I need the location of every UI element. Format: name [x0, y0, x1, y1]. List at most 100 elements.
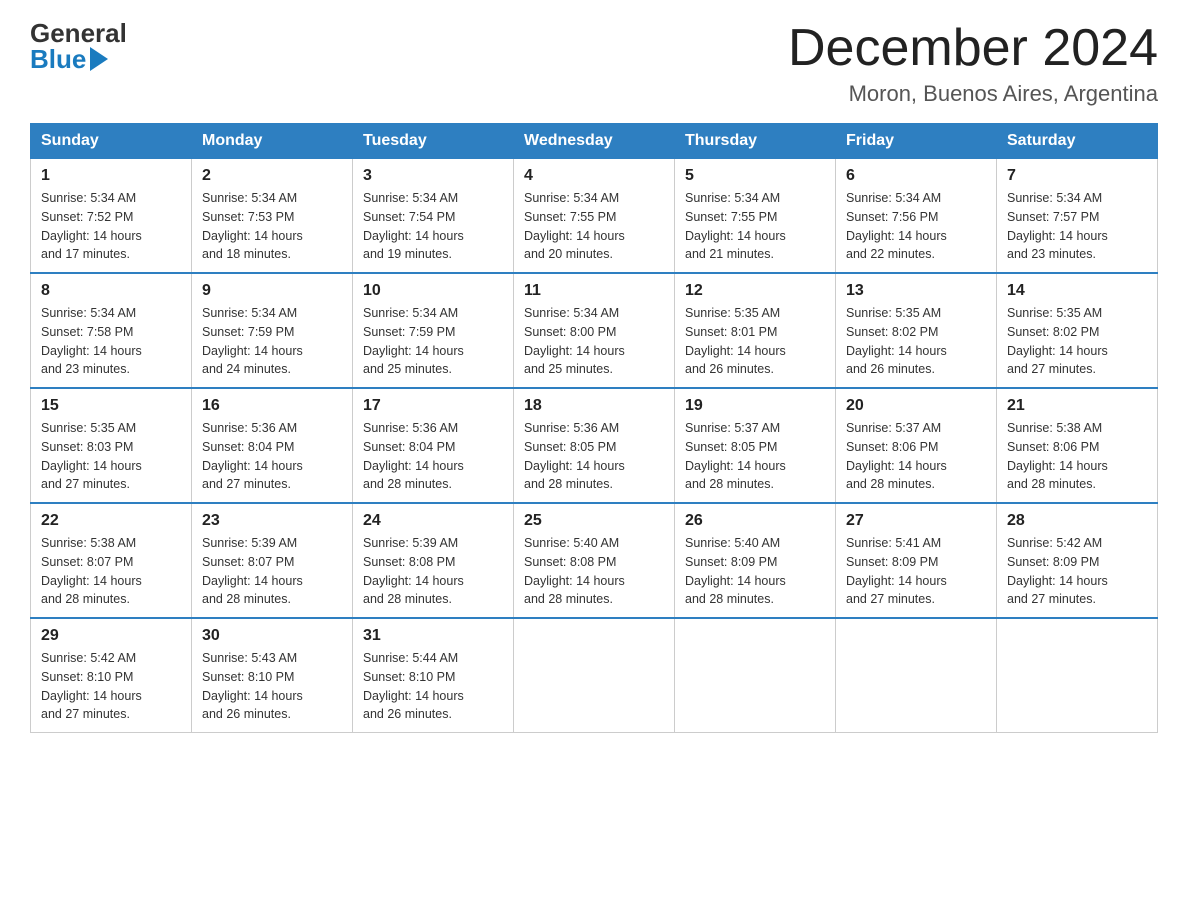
calendar-cell-w2-d1: 8 Sunrise: 5:34 AM Sunset: 7:58 PM Dayli…: [31, 273, 192, 388]
location-subtitle: Moron, Buenos Aires, Argentina: [788, 81, 1158, 107]
calendar-cell-w3-d1: 15 Sunrise: 5:35 AM Sunset: 8:03 PM Dayl…: [31, 388, 192, 503]
logo-arrow-icon: [90, 47, 108, 71]
col-header-tuesday: Tuesday: [353, 124, 514, 159]
day-info: Sunrise: 5:35 AM Sunset: 8:02 PM Dayligh…: [1007, 304, 1147, 379]
day-number: 14: [1007, 282, 1147, 300]
day-info: Sunrise: 5:36 AM Sunset: 8:04 PM Dayligh…: [363, 419, 503, 494]
col-header-saturday: Saturday: [997, 124, 1158, 159]
day-info: Sunrise: 5:35 AM Sunset: 8:03 PM Dayligh…: [41, 419, 181, 494]
day-number: 13: [846, 282, 986, 300]
calendar-cell-w4-d6: 27 Sunrise: 5:41 AM Sunset: 8:09 PM Dayl…: [836, 503, 997, 618]
day-number: 31: [363, 627, 503, 645]
day-number: 18: [524, 397, 664, 415]
month-title: December 2024: [788, 20, 1158, 77]
day-number: 11: [524, 282, 664, 300]
calendar-cell-w4-d4: 25 Sunrise: 5:40 AM Sunset: 8:08 PM Dayl…: [514, 503, 675, 618]
col-header-wednesday: Wednesday: [514, 124, 675, 159]
calendar-cell-w3-d7: 21 Sunrise: 5:38 AM Sunset: 8:06 PM Dayl…: [997, 388, 1158, 503]
day-number: 26: [685, 512, 825, 530]
day-info: Sunrise: 5:34 AM Sunset: 7:55 PM Dayligh…: [524, 189, 664, 264]
day-number: 7: [1007, 167, 1147, 185]
day-info: Sunrise: 5:38 AM Sunset: 8:07 PM Dayligh…: [41, 534, 181, 609]
calendar-cell-w2-d2: 9 Sunrise: 5:34 AM Sunset: 7:59 PM Dayli…: [192, 273, 353, 388]
day-number: 2: [202, 167, 342, 185]
day-number: 19: [685, 397, 825, 415]
calendar-cell-w1-d7: 7 Sunrise: 5:34 AM Sunset: 7:57 PM Dayli…: [997, 159, 1158, 274]
calendar-cell-w3-d4: 18 Sunrise: 5:36 AM Sunset: 8:05 PM Dayl…: [514, 388, 675, 503]
calendar-cell-w3-d2: 16 Sunrise: 5:36 AM Sunset: 8:04 PM Dayl…: [192, 388, 353, 503]
day-number: 25: [524, 512, 664, 530]
calendar-cell-w5-d1: 29 Sunrise: 5:42 AM Sunset: 8:10 PM Dayl…: [31, 618, 192, 733]
day-number: 10: [363, 282, 503, 300]
day-number: 4: [524, 167, 664, 185]
calendar-cell-w5-d5: [675, 618, 836, 733]
col-header-monday: Monday: [192, 124, 353, 159]
calendar-cell-w2-d4: 11 Sunrise: 5:34 AM Sunset: 8:00 PM Dayl…: [514, 273, 675, 388]
calendar-cell-w1-d3: 3 Sunrise: 5:34 AM Sunset: 7:54 PM Dayli…: [353, 159, 514, 274]
calendar-header-row: Sunday Monday Tuesday Wednesday Thursday…: [31, 124, 1158, 159]
day-number: 29: [41, 627, 181, 645]
logo: General Blue: [30, 20, 127, 72]
calendar-cell-w5-d3: 31 Sunrise: 5:44 AM Sunset: 8:10 PM Dayl…: [353, 618, 514, 733]
calendar-cell-w2-d7: 14 Sunrise: 5:35 AM Sunset: 8:02 PM Dayl…: [997, 273, 1158, 388]
day-number: 28: [1007, 512, 1147, 530]
day-info: Sunrise: 5:41 AM Sunset: 8:09 PM Dayligh…: [846, 534, 986, 609]
day-info: Sunrise: 5:36 AM Sunset: 8:05 PM Dayligh…: [524, 419, 664, 494]
day-info: Sunrise: 5:38 AM Sunset: 8:06 PM Dayligh…: [1007, 419, 1147, 494]
day-info: Sunrise: 5:40 AM Sunset: 8:09 PM Dayligh…: [685, 534, 825, 609]
day-number: 27: [846, 512, 986, 530]
day-info: Sunrise: 5:34 AM Sunset: 7:55 PM Dayligh…: [685, 189, 825, 264]
day-number: 16: [202, 397, 342, 415]
calendar-week-3: 15 Sunrise: 5:35 AM Sunset: 8:03 PM Dayl…: [31, 388, 1158, 503]
day-number: 30: [202, 627, 342, 645]
calendar-cell-w1-d5: 5 Sunrise: 5:34 AM Sunset: 7:55 PM Dayli…: [675, 159, 836, 274]
day-number: 6: [846, 167, 986, 185]
day-info: Sunrise: 5:42 AM Sunset: 8:10 PM Dayligh…: [41, 649, 181, 724]
calendar-cell-w3-d6: 20 Sunrise: 5:37 AM Sunset: 8:06 PM Dayl…: [836, 388, 997, 503]
day-info: Sunrise: 5:39 AM Sunset: 8:07 PM Dayligh…: [202, 534, 342, 609]
day-number: 23: [202, 512, 342, 530]
day-info: Sunrise: 5:37 AM Sunset: 8:05 PM Dayligh…: [685, 419, 825, 494]
calendar-cell-w5-d6: [836, 618, 997, 733]
day-info: Sunrise: 5:43 AM Sunset: 8:10 PM Dayligh…: [202, 649, 342, 724]
col-header-sunday: Sunday: [31, 124, 192, 159]
day-info: Sunrise: 5:34 AM Sunset: 7:59 PM Dayligh…: [363, 304, 503, 379]
day-info: Sunrise: 5:34 AM Sunset: 7:59 PM Dayligh…: [202, 304, 342, 379]
calendar-cell-w5-d7: [997, 618, 1158, 733]
day-number: 17: [363, 397, 503, 415]
calendar-cell-w1-d2: 2 Sunrise: 5:34 AM Sunset: 7:53 PM Dayli…: [192, 159, 353, 274]
calendar-cell-w1-d4: 4 Sunrise: 5:34 AM Sunset: 7:55 PM Dayli…: [514, 159, 675, 274]
logo-blue-text: Blue: [30, 46, 86, 72]
calendar-cell-w4-d3: 24 Sunrise: 5:39 AM Sunset: 8:08 PM Dayl…: [353, 503, 514, 618]
day-number: 20: [846, 397, 986, 415]
day-info: Sunrise: 5:37 AM Sunset: 8:06 PM Dayligh…: [846, 419, 986, 494]
calendar-cell-w3-d3: 17 Sunrise: 5:36 AM Sunset: 8:04 PM Dayl…: [353, 388, 514, 503]
page-header: General Blue December 2024 Moron, Buenos…: [30, 20, 1158, 107]
day-info: Sunrise: 5:34 AM Sunset: 8:00 PM Dayligh…: [524, 304, 664, 379]
day-info: Sunrise: 5:34 AM Sunset: 7:56 PM Dayligh…: [846, 189, 986, 264]
title-section: December 2024 Moron, Buenos Aires, Argen…: [788, 20, 1158, 107]
day-info: Sunrise: 5:42 AM Sunset: 8:09 PM Dayligh…: [1007, 534, 1147, 609]
day-number: 24: [363, 512, 503, 530]
calendar-cell-w5-d4: [514, 618, 675, 733]
day-info: Sunrise: 5:34 AM Sunset: 7:57 PM Dayligh…: [1007, 189, 1147, 264]
calendar-cell-w2-d6: 13 Sunrise: 5:35 AM Sunset: 8:02 PM Dayl…: [836, 273, 997, 388]
day-info: Sunrise: 5:44 AM Sunset: 8:10 PM Dayligh…: [363, 649, 503, 724]
calendar-body: 1 Sunrise: 5:34 AM Sunset: 7:52 PM Dayli…: [31, 159, 1158, 733]
calendar-cell-w4-d5: 26 Sunrise: 5:40 AM Sunset: 8:09 PM Dayl…: [675, 503, 836, 618]
day-info: Sunrise: 5:34 AM Sunset: 7:52 PM Dayligh…: [41, 189, 181, 264]
col-header-thursday: Thursday: [675, 124, 836, 159]
calendar-cell-w4-d1: 22 Sunrise: 5:38 AM Sunset: 8:07 PM Dayl…: [31, 503, 192, 618]
day-info: Sunrise: 5:34 AM Sunset: 7:53 PM Dayligh…: [202, 189, 342, 264]
logo-general-text: General: [30, 20, 127, 46]
day-info: Sunrise: 5:40 AM Sunset: 8:08 PM Dayligh…: [524, 534, 664, 609]
day-number: 22: [41, 512, 181, 530]
day-number: 9: [202, 282, 342, 300]
calendar-week-4: 22 Sunrise: 5:38 AM Sunset: 8:07 PM Dayl…: [31, 503, 1158, 618]
day-number: 8: [41, 282, 181, 300]
day-number: 1: [41, 167, 181, 185]
calendar-week-2: 8 Sunrise: 5:34 AM Sunset: 7:58 PM Dayli…: [31, 273, 1158, 388]
calendar-cell-w1-d1: 1 Sunrise: 5:34 AM Sunset: 7:52 PM Dayli…: [31, 159, 192, 274]
calendar-cell-w1-d6: 6 Sunrise: 5:34 AM Sunset: 7:56 PM Dayli…: [836, 159, 997, 274]
day-info: Sunrise: 5:39 AM Sunset: 8:08 PM Dayligh…: [363, 534, 503, 609]
